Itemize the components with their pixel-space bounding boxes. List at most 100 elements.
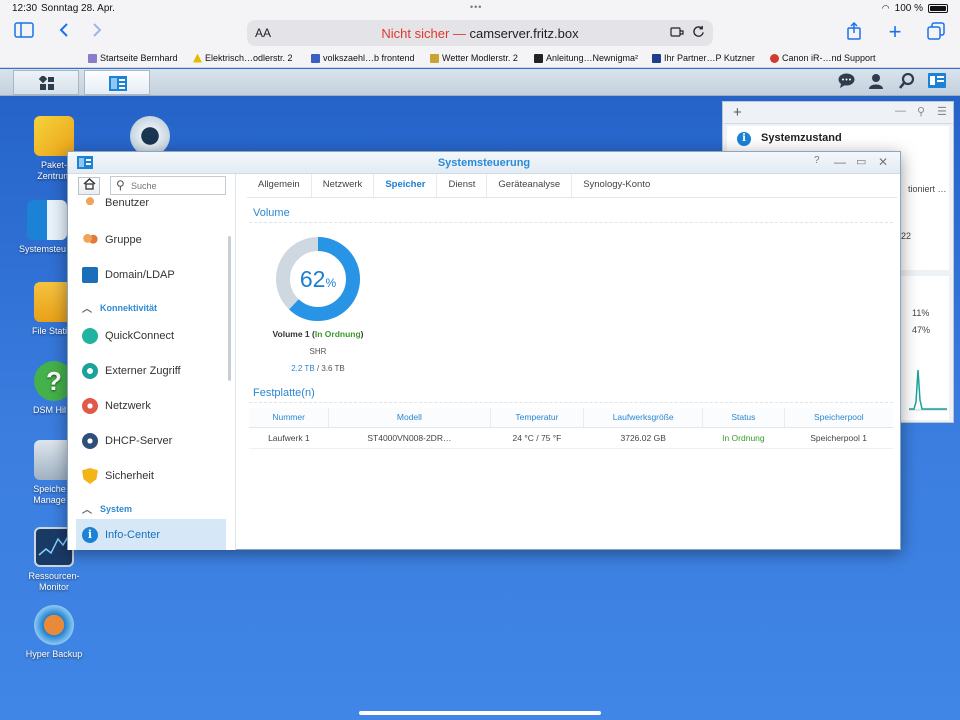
control-panel-icon (109, 76, 127, 91)
bookmark-item[interactable]: Elektrisch…odlerstr. 2 (193, 53, 293, 63)
bookmark-item[interactable]: Canon iR-…nd Support (770, 53, 876, 63)
tab-netzwerk[interactable]: Netzwerk (312, 174, 375, 197)
sidebar-scrollbar[interactable] (228, 236, 231, 381)
new-tab-icon[interactable]: + (884, 21, 906, 43)
chat-icon[interactable] (836, 73, 856, 93)
home-indicator[interactable] (359, 711, 601, 715)
globe-icon (82, 363, 98, 379)
sidebar-item-netzwerk[interactable]: Netzwerk (76, 391, 226, 421)
tab-bar: Allgemein Netzwerk Speicher Dienst Gerät… (247, 174, 897, 198)
disks-section-title: Festplatte(n) (253, 387, 315, 399)
address-bar[interactable]: AA Nicht sicher — camserver.fritz.box (247, 20, 713, 46)
tab-geraeteanalyse[interactable]: Geräteanalyse (487, 174, 573, 197)
bookmark-item[interactable]: Anleitung…Newnigma² (534, 53, 638, 63)
wifi-icon: ◠ (881, 3, 890, 13)
back-icon[interactable] (53, 22, 75, 42)
url-text[interactable]: Nicht sicher — camserver.fritz.box (247, 26, 713, 41)
chevron-up-icon: ︿ (82, 505, 92, 516)
column-header[interactable]: Laufwerksgröße (583, 408, 704, 428)
disk-model: ST4000VN008-2DR… (328, 427, 491, 449)
url-host: camserver.fritz.box (469, 26, 579, 41)
volume-section-title: Volume (253, 207, 290, 219)
search-input[interactable] (131, 178, 223, 193)
sidebar-item-info-center[interactable]: i Info-Center (76, 519, 226, 550)
sidebar-item-externer-zugriff[interactable]: Externer Zugriff (76, 356, 226, 386)
maximize-button[interactable]: ▭ (856, 155, 866, 168)
search-icon[interactable] (897, 72, 917, 93)
widgets-icon[interactable] (927, 73, 947, 93)
volume-type: SHR (309, 347, 327, 356)
multitask-dots-icon[interactable]: ••• (470, 2, 482, 12)
column-header[interactable]: Status (702, 408, 785, 428)
main-menu-button[interactable] (13, 70, 79, 95)
close-button[interactable]: ✕ (878, 155, 888, 169)
disk-status: In Ordnung (702, 427, 785, 449)
section-system[interactable]: ︿ System (82, 501, 132, 517)
sidebar-item-dhcp-server[interactable]: DHCP-Server (76, 426, 226, 456)
shield-icon (82, 468, 98, 484)
search-field[interactable]: ⚲ (110, 176, 226, 195)
bookmark-item[interactable]: Ihr Partner…P Kutzner (652, 53, 755, 63)
reload-icon[interactable] (692, 25, 705, 42)
bookmark-item[interactable]: Startseite Bernhard (88, 53, 178, 63)
ram-value: 47% (912, 325, 931, 335)
desktop-icon-hyper-backup[interactable]: Hyper Backup (19, 605, 89, 660)
minimize-icon[interactable]: — (895, 105, 906, 117)
bookmark-favicon-icon (88, 53, 97, 63)
table-header-row: Nummer Modell Temperatur Laufwerksgröße … (249, 408, 893, 428)
column-header[interactable]: Nummer (249, 408, 330, 428)
pin-icon[interactable]: ⚲ (917, 105, 925, 118)
widget-text: 22 (901, 231, 912, 241)
disk-number: Laufwerk 1 (249, 427, 329, 449)
tab-speicher[interactable]: Speicher (374, 174, 438, 197)
table-row[interactable]: Laufwerk 1 ST4000VN008-2DR… 24 °C / 75 °… (249, 427, 893, 449)
warning-icon (193, 53, 202, 63)
grid-icon (38, 76, 54, 90)
window-titlebar[interactable]: Systemsteuerung ? — ▭ ✕ (68, 152, 900, 174)
cpu-value: 11% (912, 308, 930, 318)
minimize-button[interactable]: — (834, 155, 846, 169)
sidebar-item-benutzer[interactable]: Benutzer (76, 197, 226, 215)
widget-status-text: tioniert … (908, 184, 947, 194)
section-konnektivitaet[interactable]: ︿ Konnektivität (82, 300, 157, 316)
sidebar-item-quickconnect[interactable]: QuickConnect (76, 321, 226, 351)
volume-total: / 3.6 TB (316, 364, 345, 373)
bookmark-item[interactable]: volkszaehl…b frontend (311, 53, 415, 63)
help-button[interactable]: ? (814, 155, 820, 166)
sidebar-item-gruppe[interactable]: Gruppe (76, 225, 226, 255)
widget-title: Systemzustand (761, 132, 842, 144)
column-header[interactable]: Speicherpool (784, 408, 893, 428)
forward-icon[interactable] (86, 22, 108, 42)
settings-icon[interactable]: ☰ (937, 105, 947, 118)
network-icon (82, 398, 98, 414)
bookmark-favicon-icon (770, 53, 779, 63)
home-icon (82, 177, 96, 190)
disk-size: 3726.02 GB (583, 427, 703, 449)
disks-table: Nummer Modell Temperatur Laufwerksgröße … (249, 408, 893, 449)
chevron-up-icon: ︿ (82, 304, 92, 315)
tab-dienst[interactable]: Dienst (437, 174, 488, 197)
tab-synology-konto[interactable]: Synology-Konto (572, 174, 661, 197)
quickconnect-icon (82, 328, 98, 344)
status-bar: 12:30 Sonntag 28. Apr. ••• ◠ 100 % (0, 0, 960, 16)
sidebar-item-domain-ldap[interactable]: Domain/LDAP (76, 260, 226, 290)
share-icon[interactable] (843, 21, 865, 42)
taskbar-app-systemsteuerung[interactable] (84, 70, 150, 95)
tabs-overview-icon[interactable] (925, 22, 947, 42)
column-header[interactable]: Modell (328, 408, 491, 428)
volume-used: 2.2 TB (291, 364, 315, 373)
extension-icon[interactable] (670, 25, 684, 42)
column-header[interactable]: Temperatur (490, 408, 585, 428)
sidebar-toggle-icon[interactable] (13, 22, 35, 42)
volume-size: 2.2 TB / 3.6 TB (257, 364, 379, 373)
dsm-taskbar (0, 69, 960, 96)
bookmark-item[interactable]: Wetter Modlerstr. 2 (430, 53, 518, 63)
tab-allgemein[interactable]: Allgemein (247, 174, 312, 197)
add-widget-icon[interactable]: + (733, 104, 742, 121)
sidebar-item-sicherheit[interactable]: Sicherheit (76, 461, 226, 491)
battery-icon (928, 4, 948, 13)
user-icon[interactable] (866, 73, 886, 93)
home-button[interactable] (78, 177, 100, 195)
volume-status: In Ordnung (314, 329, 361, 339)
bookmark-favicon-icon (430, 53, 439, 63)
